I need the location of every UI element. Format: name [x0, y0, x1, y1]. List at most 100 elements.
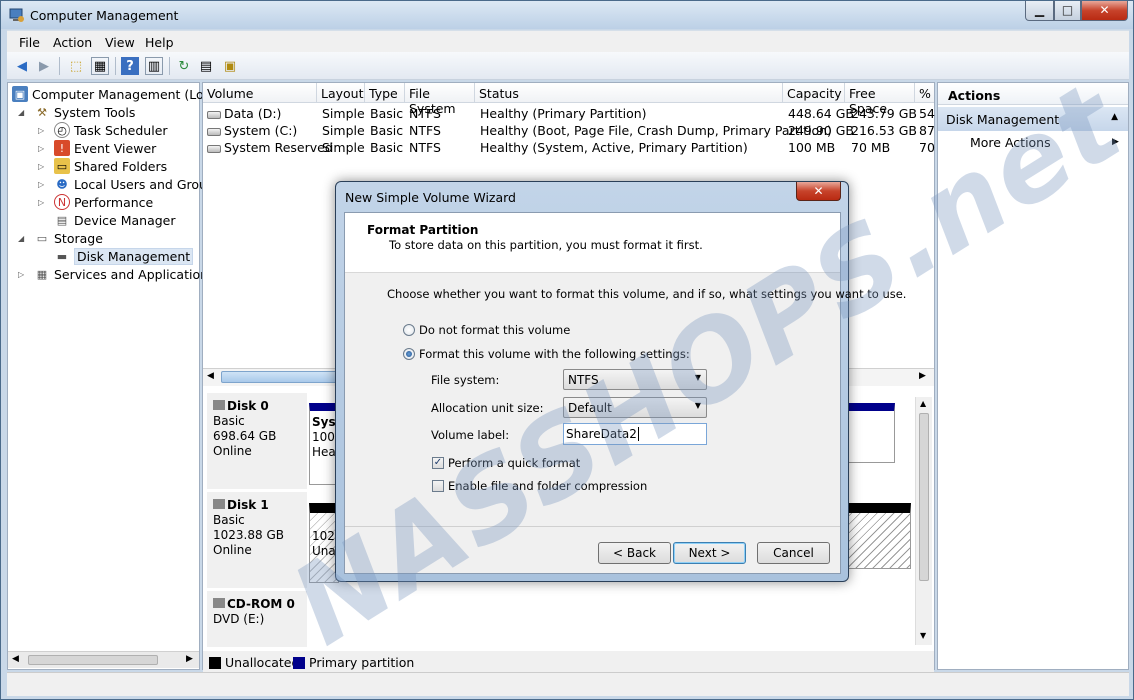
cancel-button[interactable]: Cancel: [757, 542, 830, 564]
volume-free-space: 70 MB: [851, 140, 891, 155]
format-volume-label[interactable]: Format this volume with the following se…: [419, 347, 690, 361]
more-actions-item[interactable]: More Actions: [970, 135, 1051, 150]
actions-section-disk-management[interactable]: Disk Management ▲: [938, 107, 1128, 131]
scroll-down-arrow-icon[interactable]: ▼: [920, 631, 926, 640]
tree-item-storage[interactable]: ◢ ▭ Storage: [18, 229, 103, 247]
refresh-icon[interactable]: ↻: [175, 57, 193, 75]
volume-label-input[interactable]: ShareData2: [563, 423, 707, 445]
column-layout[interactable]: Layout: [317, 83, 365, 103]
dialog-close-button[interactable]: ✕: [796, 182, 841, 201]
column-free-space[interactable]: Free Space: [845, 83, 915, 116]
tree-item-system-tools[interactable]: ◢ ⚒ System Tools: [18, 103, 135, 121]
tree-item-event-viewer[interactable]: ▷ ! Event Viewer: [38, 139, 156, 157]
collapsed-arrow-icon[interactable]: ▷: [38, 198, 48, 207]
tree-item-task-scheduler[interactable]: ▷ ◴ Task Scheduler: [38, 121, 168, 139]
up-folder-icon[interactable]: ⬚: [67, 57, 85, 75]
scrollbar-thumb[interactable]: [221, 371, 341, 383]
properties-icon[interactable]: ▤: [197, 57, 215, 75]
scroll-right-arrow-icon[interactable]: ▶: [186, 654, 193, 664]
tree-item-services-applications[interactable]: ▷ ▦ Services and Applications: [18, 265, 215, 283]
disk-1-unallocated-hatch[interactable]: [843, 503, 911, 569]
scrollbar-thumb[interactable]: [919, 413, 929, 581]
do-not-format-label[interactable]: Do not format this volume: [419, 323, 570, 337]
collapse-arrow-icon[interactable]: ▲: [1111, 112, 1118, 122]
file-system-select[interactable]: NTFS ▼: [563, 369, 707, 390]
computer-management-icon: [9, 7, 25, 23]
allocation-unit-select[interactable]: Default ▼: [563, 397, 707, 418]
expanded-arrow-icon[interactable]: ◢: [18, 108, 28, 117]
computer-management-window: Computer Management ▁ □ ✕ File Action Vi…: [0, 0, 1134, 700]
tree-item-shared-folders[interactable]: ▷ ▭ Shared Folders: [38, 157, 167, 175]
menu-view[interactable]: View: [105, 35, 135, 50]
column-type[interactable]: Type: [365, 83, 405, 103]
collapsed-arrow-icon[interactable]: ▷: [38, 162, 48, 171]
disk-0-data-volume[interactable]: [843, 403, 895, 463]
scroll-right-arrow-icon[interactable]: ▶: [919, 371, 926, 381]
volume-layout: Simple: [322, 106, 365, 121]
expanded-arrow-icon[interactable]: ◢: [18, 234, 28, 243]
wizard-subheading: To store data on this partition, you mus…: [389, 238, 703, 252]
column-volume[interactable]: Volume: [203, 83, 317, 103]
column-percent[interactable]: %: [915, 83, 934, 103]
menu-action[interactable]: Action: [53, 35, 92, 50]
wizard-prompt: Choose whether you want to format this v…: [387, 287, 907, 301]
column-file-system[interactable]: File System: [405, 83, 475, 116]
collapsed-arrow-icon[interactable]: ▷: [38, 144, 48, 153]
column-capacity[interactable]: Capacity: [783, 83, 845, 103]
disk-legend: Unallocated Primary partition: [203, 651, 934, 673]
file-system-value: NTFS: [568, 373, 599, 387]
collapsed-arrow-icon[interactable]: ▷: [38, 180, 48, 189]
tree-item-performance[interactable]: ▷ N Performance: [38, 193, 153, 211]
back-button[interactable]: < Back: [598, 542, 671, 564]
scroll-left-arrow-icon[interactable]: ◀: [207, 371, 214, 381]
table-row[interactable]: System (C:) Simple Basic NTFS Healthy (B…: [203, 122, 935, 139]
do-not-format-radio[interactable]: [403, 324, 415, 336]
forward-arrow-icon[interactable]: ▶: [35, 57, 53, 75]
device-manager-icon: ▤: [56, 213, 68, 227]
format-volume-radio[interactable]: [403, 348, 415, 360]
volume-layout: Simple: [322, 123, 365, 138]
table-row[interactable]: System Reserved Simple Basic NTFS Health…: [203, 139, 935, 156]
scroll-up-arrow-icon[interactable]: ▲: [920, 399, 926, 408]
tree-item-device-manager[interactable]: ▤ Device Manager: [38, 211, 176, 229]
compression-label[interactable]: Enable file and folder compression: [448, 479, 647, 493]
compression-checkbox[interactable]: [432, 480, 444, 492]
tree-root[interactable]: ▣ Computer Management (Local: [12, 85, 222, 103]
show-hide-action-pane-icon[interactable]: ▥: [145, 57, 163, 75]
quick-format-label[interactable]: Perform a quick format: [448, 456, 580, 470]
show-hide-tree-icon[interactable]: ▦: [91, 57, 109, 75]
cdrom-0-label[interactable]: CD-ROM 0 DVD (E:): [207, 591, 307, 647]
table-row[interactable]: Data (D:) Simple Basic NTFS Healthy (Pri…: [203, 105, 935, 122]
submenu-arrow-icon[interactable]: ▶: [1112, 137, 1119, 147]
menu-help[interactable]: Help: [145, 35, 174, 50]
close-button[interactable]: ✕: [1081, 1, 1128, 21]
legend-unallocated-label: Unallocated: [225, 655, 300, 670]
disk-0-label[interactable]: Disk 0 Basic 698.64 GB Online: [207, 393, 307, 489]
scrollbar-thumb[interactable]: [28, 655, 158, 665]
column-status[interactable]: Status: [475, 83, 783, 103]
back-arrow-icon[interactable]: ◀: [13, 57, 31, 75]
volume-size: 100: [312, 430, 335, 444]
collapsed-arrow-icon[interactable]: ▷: [38, 126, 48, 135]
next-button[interactable]: Next >: [673, 542, 746, 564]
help-icon[interactable]: ?: [121, 57, 139, 75]
tree-item-local-users-groups[interactable]: ▷ ☻ Local Users and Groups: [38, 175, 221, 193]
scroll-left-arrow-icon[interactable]: ◀: [12, 654, 19, 664]
collapsed-arrow-icon[interactable]: ▷: [18, 270, 28, 279]
maximize-button[interactable]: □: [1054, 1, 1081, 21]
tree-item-disk-management[interactable]: ▬ Disk Management: [38, 247, 194, 265]
quick-format-checkbox[interactable]: ✓: [432, 457, 444, 469]
tree-horizontal-scrollbar[interactable]: ◀ ▶: [8, 651, 199, 668]
dialog-body: Format Partition To store data on this p…: [344, 212, 906, 574]
graph-vertical-scrollbar[interactable]: ▲ ▼: [915, 397, 932, 645]
file-system-label: File system:: [431, 373, 500, 387]
disk-name: Disk 0: [227, 399, 269, 413]
menu-file[interactable]: File: [19, 35, 40, 50]
actions-header: Actions: [938, 83, 1128, 105]
disk-1-label[interactable]: Disk 1 Basic 1023.88 GB Online: [207, 492, 307, 588]
settings-icon[interactable]: ▣: [221, 57, 239, 75]
minimize-button[interactable]: ▁: [1025, 1, 1054, 21]
window-title: Computer Management: [30, 8, 179, 23]
volume-layout: Simple: [322, 140, 365, 155]
drive-icon: [207, 144, 221, 153]
